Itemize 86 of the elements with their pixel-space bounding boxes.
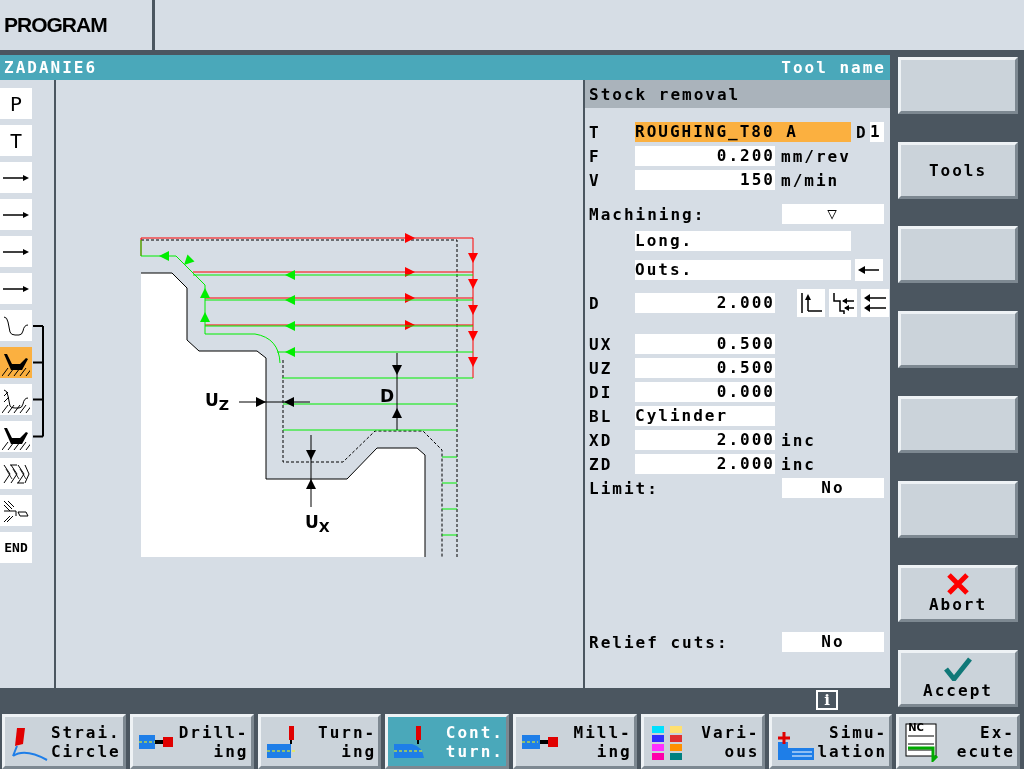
input-field[interactable]: 2.000 xyxy=(635,454,775,474)
input-field[interactable]: Cylinder xyxy=(635,406,775,426)
toggle-field[interactable]: No xyxy=(782,478,884,498)
check-icon xyxy=(944,656,972,681)
infeed-button[interactable] xyxy=(861,289,889,317)
softkey-button[interactable]: Tools xyxy=(898,141,1018,199)
field-label: Relief cuts: xyxy=(589,632,730,652)
field-label: XD xyxy=(589,430,614,450)
input-field[interactable]: 0.500 xyxy=(635,358,775,378)
infeed-button[interactable] xyxy=(797,289,825,317)
field-label: F xyxy=(589,146,602,166)
strip-icon-button[interactable] xyxy=(0,384,32,415)
unit-label: m/min xyxy=(781,170,840,190)
field-label: D xyxy=(589,293,602,313)
softkey-button[interactable]: Vari- ous xyxy=(640,714,765,769)
info-button[interactable]: i xyxy=(816,690,838,710)
input-field[interactable]: 2.000 xyxy=(635,430,775,450)
input-field[interactable]: 2.000 xyxy=(635,293,775,313)
arrow-icon xyxy=(3,247,29,256)
arrow-left-icon xyxy=(858,263,880,276)
softkey[interactable] xyxy=(898,395,1018,453)
input-field[interactable]: 0.200 xyxy=(635,146,775,166)
field-label: DI xyxy=(589,382,614,402)
field-label: Machining: xyxy=(589,204,707,224)
input-field[interactable]: 0.000 xyxy=(635,382,775,402)
field-label: BL xyxy=(589,406,614,426)
strip-icon-button[interactable] xyxy=(0,458,32,489)
infeed-button[interactable] xyxy=(829,289,857,317)
field-label: UZ xyxy=(589,358,614,378)
dimension-label: U$_{X}$ xyxy=(305,512,330,536)
softkey-button[interactable]: Turn- ing xyxy=(257,714,382,769)
softkey[interactable] xyxy=(898,311,1018,369)
arrow-icon xyxy=(3,210,29,219)
strip-icon-button[interactable] xyxy=(0,310,32,341)
edge-field[interactable]: 1 xyxy=(870,122,884,142)
milling-icon xyxy=(520,733,560,750)
close-icon xyxy=(946,573,970,596)
strip-button[interactable]: END xyxy=(0,532,32,563)
softkey-button[interactable]: Mill- ing xyxy=(513,714,637,769)
strip-icon-button[interactable] xyxy=(0,495,32,526)
field-label: Limit: xyxy=(589,478,660,498)
softkey-button[interactable]: Accept xyxy=(898,649,1018,707)
softkey[interactable] xyxy=(898,480,1018,538)
step-arrows-icon xyxy=(831,291,855,315)
arrow-icon xyxy=(3,284,29,293)
window-title: ZADANIE6 xyxy=(4,58,98,77)
strip-button[interactable]: T xyxy=(0,125,32,156)
infeed-icon xyxy=(799,291,823,315)
softkey-button[interactable]: Strai. Circle xyxy=(2,714,126,769)
input-field[interactable]: 150 xyxy=(635,170,775,190)
dimension-label: D xyxy=(380,386,395,406)
form-title: Stock removal xyxy=(585,80,890,108)
choice-field[interactable]: Long. xyxy=(635,230,851,251)
double-arrow-icon xyxy=(863,291,887,315)
unit-label: mm/rev xyxy=(781,146,851,166)
unit-label: inc xyxy=(781,454,816,474)
tool-field[interactable]: ROUGHING_T80 A xyxy=(635,122,851,142)
strip-icon-button[interactable] xyxy=(0,236,32,267)
strip-icon-button[interactable] xyxy=(0,347,32,378)
toggle-field[interactable]: ▽ xyxy=(782,204,884,224)
softkey-button[interactable]: Simu- lation xyxy=(768,714,893,769)
softkey[interactable] xyxy=(898,226,1018,284)
softkey[interactable] xyxy=(898,57,1018,114)
tool-name-label: Tool name xyxy=(781,58,886,77)
pocket-icon xyxy=(2,386,30,413)
field-label: ZD xyxy=(589,454,614,474)
strip-icon-button[interactable] xyxy=(0,199,32,230)
strip-icon-button[interactable] xyxy=(0,162,32,193)
softkey-button[interactable]: NC Ex- ecute xyxy=(896,714,1020,769)
field-label: D xyxy=(856,122,869,142)
strip-icon-button[interactable] xyxy=(0,273,32,304)
arrow-icon xyxy=(3,173,29,182)
direction-button[interactable] xyxy=(855,258,883,281)
strip-button[interactable]: P xyxy=(0,88,32,119)
softkey-button[interactable]: Drill- ing xyxy=(129,714,254,769)
toggle-field[interactable]: No xyxy=(782,632,884,652)
input-field[interactable]: 0.500 xyxy=(635,334,775,354)
area-title: PROGRAM xyxy=(0,0,155,50)
strip-icon-button[interactable] xyxy=(0,421,32,452)
field-label: V xyxy=(589,170,602,190)
softkey-button[interactable]: Abort xyxy=(898,565,1018,623)
unit-label: inc xyxy=(781,430,816,450)
field-label: T xyxy=(589,122,602,142)
field-label: UX xyxy=(589,334,614,354)
dimension-label: U$_{Z}$ xyxy=(205,390,230,414)
choice-field[interactable]: Outs. xyxy=(635,259,851,280)
